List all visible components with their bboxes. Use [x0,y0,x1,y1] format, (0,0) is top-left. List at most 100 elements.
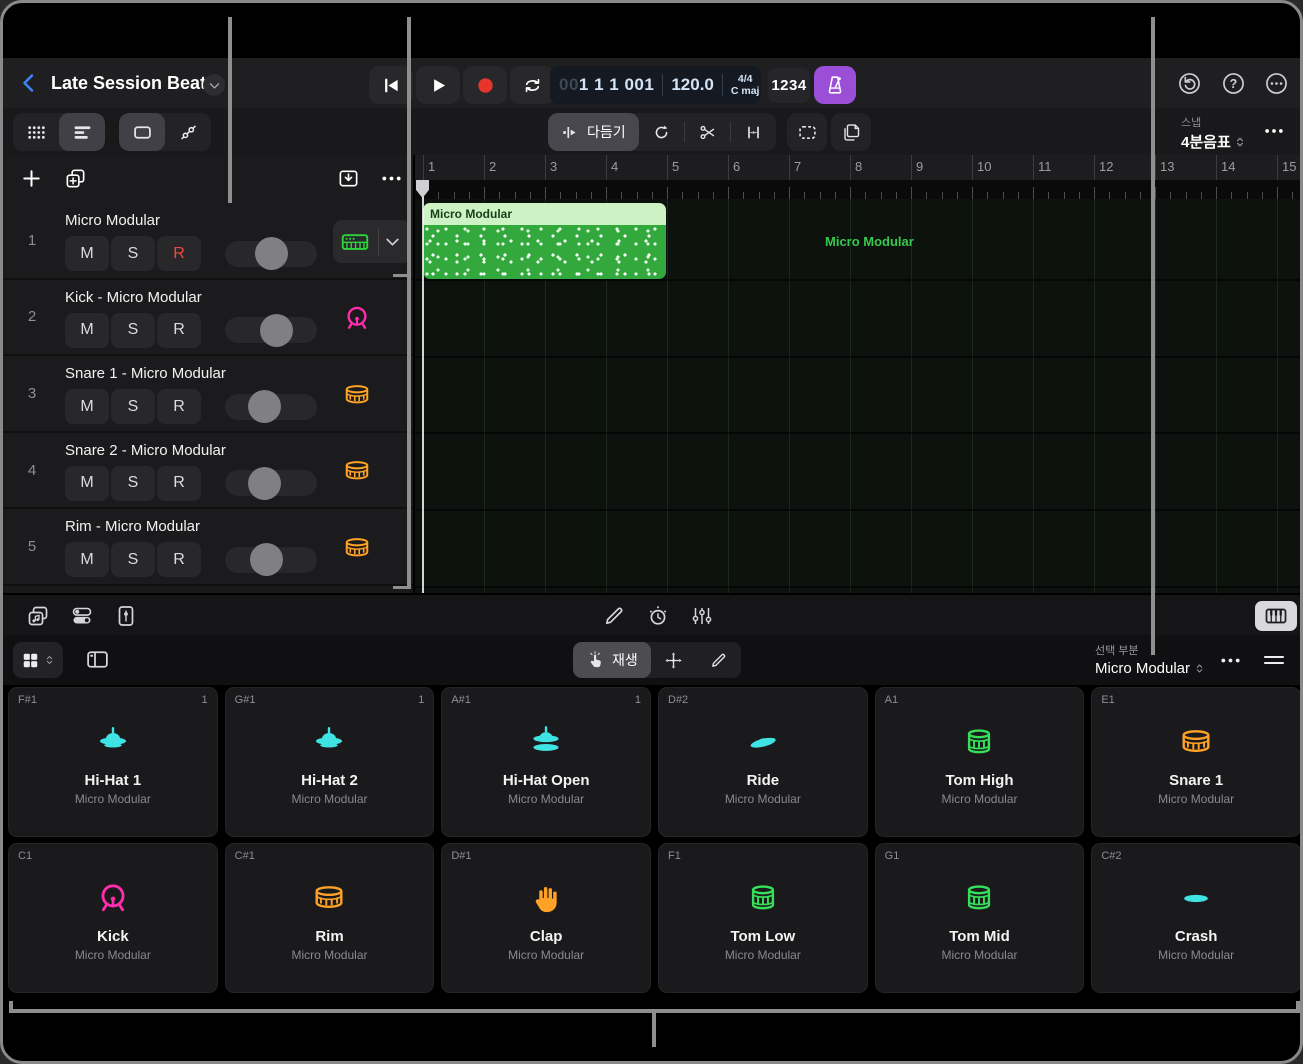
split-tool-button[interactable] [685,113,730,151]
drum-pad[interactable]: E1 Snare 1 Micro Modular [1091,687,1301,837]
pad-play-mode-button[interactable]: 재생 [573,642,651,678]
undo-button[interactable] [1177,71,1202,96]
volume-slider[interactable] [225,317,317,343]
mixer-button[interactable] [690,604,714,628]
metronome-button[interactable] [814,66,856,104]
more-options-button[interactable] [1264,71,1289,96]
cycle-button[interactable] [510,66,554,104]
mute-button[interactable]: M [65,466,109,501]
tracks-view-button[interactable] [59,113,105,151]
record-button[interactable] [463,66,507,104]
join-tool-button[interactable] [731,113,776,151]
track-row[interactable]: 1 Micro Modular M S R [3,203,413,280]
time-quantize-button[interactable] [646,604,670,628]
drum-pad[interactable]: A#1 1 Hi-Hat Open Micro Modular [441,687,651,837]
record-enable-button[interactable]: R [157,466,201,501]
mute-button[interactable]: M [65,313,109,348]
track-row[interactable]: 4 Snare 2 - Micro Modular M S R [3,433,413,510]
drum-pad[interactable]: C#1 Rim Micro Modular [225,843,435,993]
record-enable-button[interactable]: R [157,389,201,424]
track-row[interactable]: 3 Snare 1 - Micro Modular M S R [3,356,413,433]
toolbar-more-button[interactable] [1263,120,1285,142]
pad-move-mode-button[interactable] [651,642,696,678]
pad-layout-button[interactable] [13,642,63,678]
add-track-button[interactable] [20,167,43,190]
controls-button[interactable] [70,604,94,628]
track-list-more-button[interactable] [380,167,403,190]
editor-pencil-button[interactable] [602,604,626,628]
drum-pad[interactable]: G#1 1 Hi-Hat 2 Micro Modular [225,687,435,837]
instrument-button[interactable] [335,297,413,340]
track-disclosure-chevron[interactable] [384,233,401,250]
browser-button[interactable] [26,604,50,628]
ride-icon [745,724,781,760]
solo-button[interactable]: S [111,313,155,348]
plugin-button[interactable] [114,604,138,628]
record-enable-button[interactable]: R [157,542,201,577]
playhead-line[interactable] [422,180,424,593]
automation-mode-button[interactable] [165,113,211,151]
volume-slider[interactable] [225,241,317,267]
drum-pad[interactable]: C1 Kick Micro Modular [8,843,218,993]
pad-note-label: D#1 [451,850,471,862]
record-enable-button[interactable]: R [157,313,201,348]
bar-number: 8 [855,159,862,174]
regions-mode-button[interactable] [119,113,165,151]
track-number: 2 [3,280,61,355]
marquee-select-button[interactable] [787,113,827,151]
cycle-icon [522,75,543,96]
solo-button[interactable]: S [111,389,155,424]
instrument-button[interactable] [335,450,413,493]
drum-pad[interactable]: D#1 Clap Micro Modular [441,843,651,993]
volume-slider[interactable] [225,394,317,420]
drum-pad[interactable]: A1 Tom High Micro Modular [875,687,1085,837]
help-button[interactable]: ? [1221,71,1246,96]
volume-knob[interactable] [248,467,281,500]
track-row[interactable]: 5 Rim - Micro Modular M S R [3,509,413,586]
pad-edit-mode-button[interactable] [696,642,741,678]
mute-button[interactable]: M [65,542,109,577]
sidebar-toggle-button[interactable] [85,647,110,672]
volume-knob[interactable] [260,314,293,347]
volume-slider[interactable] [225,547,317,573]
instrument-button[interactable] [335,373,413,416]
project-title[interactable]: Late Session Beat [51,73,206,94]
duplicate-track-button[interactable] [64,167,87,190]
track-stack-button[interactable] [337,167,360,190]
instrument-button[interactable] [333,220,411,263]
drum-pad[interactable]: G1 Tom Mid Micro Modular [875,843,1085,993]
drum-pad[interactable]: F#1 1 Hi-Hat 1 Micro Modular [8,687,218,837]
back-button[interactable] [17,71,41,95]
snap-control[interactable]: 스냅 4분음표 [1181,114,1246,152]
volume-knob[interactable] [248,390,281,423]
trim-tool-button[interactable]: 다듬기 [548,113,639,151]
count-in-button[interactable]: 1234 [768,68,810,103]
loop-tool-button[interactable] [639,113,684,151]
play-surface-button[interactable] [1255,601,1297,631]
bar-ruler[interactable]: 123456789101112131415 [415,155,1303,180]
ruler-tick-strip[interactable] [415,180,1303,199]
mute-button[interactable]: M [65,389,109,424]
drum-pad[interactable]: C#2 Crash Micro Modular [1091,843,1301,993]
mute-button[interactable]: M [65,236,109,271]
project-menu-button[interactable] [203,74,225,96]
volume-slider[interactable] [225,470,317,496]
volume-knob[interactable] [255,237,288,270]
pads-more-button[interactable] [1219,649,1242,672]
paste-button[interactable] [831,113,871,151]
lcd-display[interactable]: 001 1 1 001 120.0 4/4 C maj [550,66,761,104]
solo-button[interactable]: S [111,542,155,577]
volume-knob[interactable] [250,543,283,576]
lcd-position: 1 1 1 001 [579,75,654,94]
drum-pad[interactable]: F1 Tom Low Micro Modular [658,843,868,993]
drum-pad[interactable]: D#2 Ride Micro Modular [658,687,868,837]
solo-button[interactable]: S [111,236,155,271]
solo-button[interactable]: S [111,466,155,501]
midi-region[interactable]: Micro Modular [423,203,666,279]
record-enable-button[interactable]: R [157,236,201,271]
track-row[interactable]: 2 Kick - Micro Modular M S R [3,280,413,357]
instrument-button[interactable] [335,526,413,569]
cell-grid-view-button[interactable] [13,113,59,151]
play-button[interactable] [416,66,460,104]
pads-resize-handle[interactable] [1261,648,1287,672]
